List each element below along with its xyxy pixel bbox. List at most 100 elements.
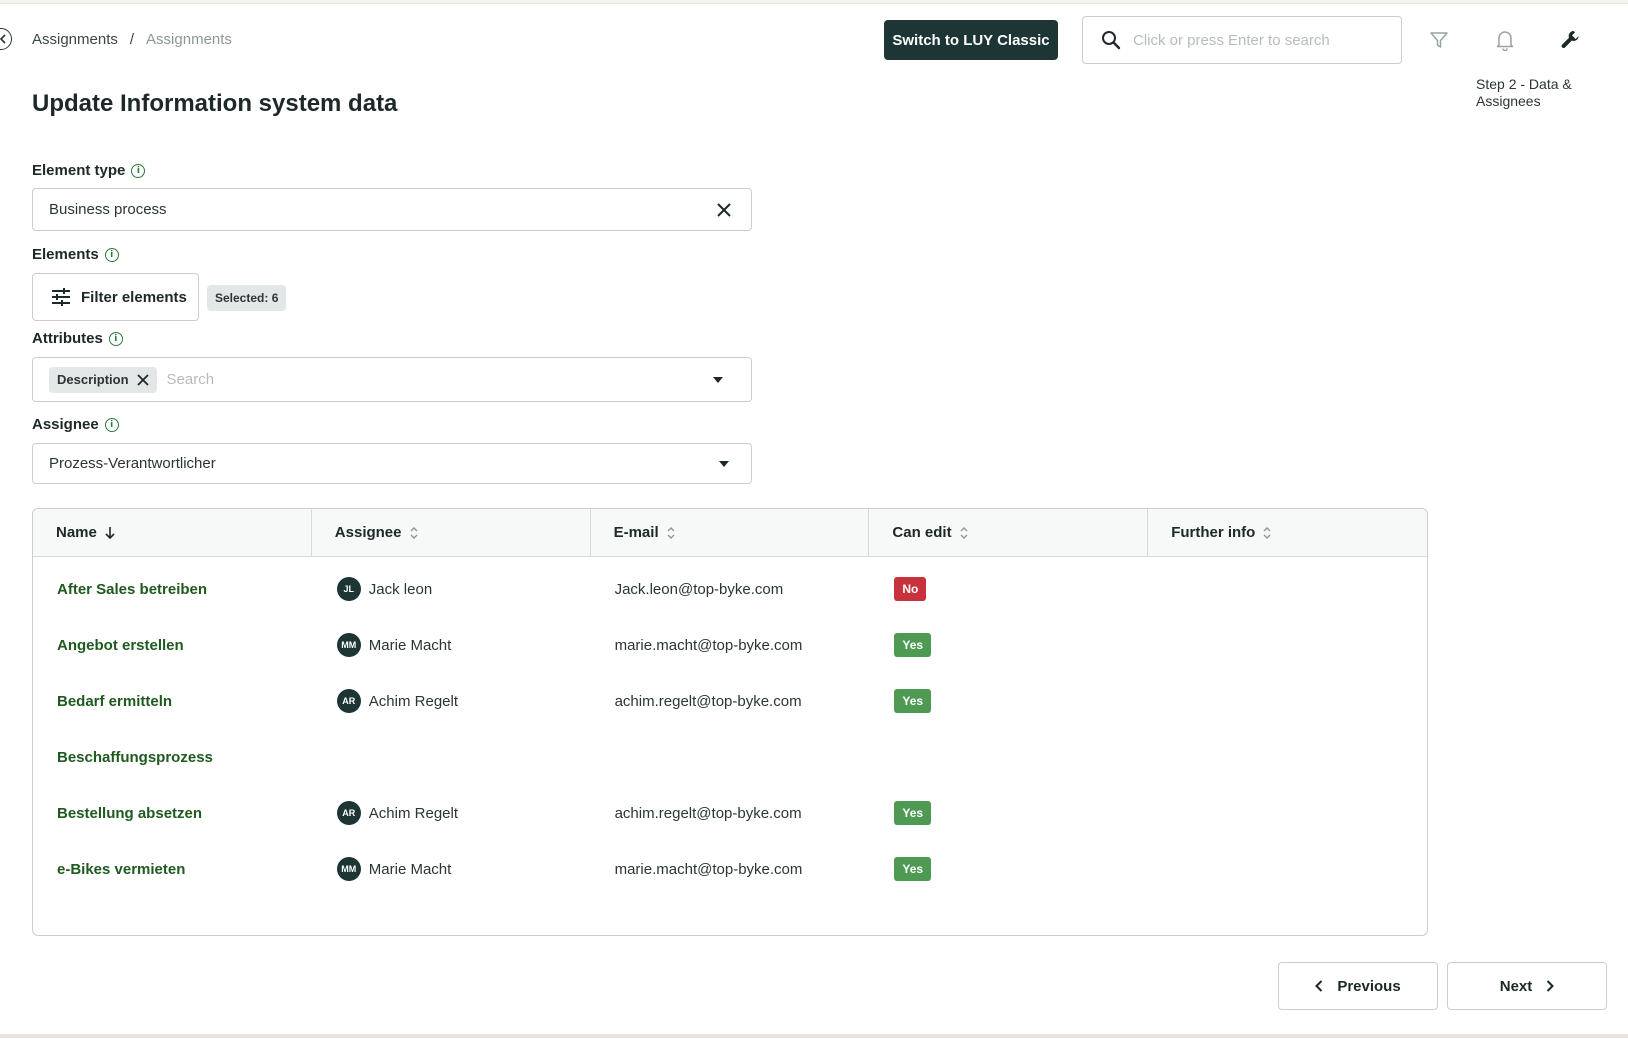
assignee-name: Achim Regelt bbox=[368, 692, 458, 710]
sliders-icon bbox=[52, 288, 70, 306]
table-row: e-Bikes vermieten MM Marie Macht marie.ma… bbox=[33, 841, 1427, 897]
sort-icon bbox=[960, 526, 968, 540]
email: achim.regelt@top-byke.com bbox=[614, 692, 802, 710]
close-icon bbox=[717, 202, 731, 217]
selected-count-badge: Selected: 6 bbox=[207, 285, 287, 311]
assignee-name: Achim Regelt bbox=[368, 804, 458, 822]
table-row: Angebot erstellen MM Marie Macht marie.ma… bbox=[33, 617, 1427, 673]
table-row: Bedarf ermitteln AR Achim Regelt achim.re… bbox=[33, 673, 1427, 729]
element-name-link[interactable]: Bestellung absetzen bbox=[57, 805, 202, 822]
attributes-label: Attributes i bbox=[32, 330, 123, 347]
sort-icon bbox=[410, 526, 418, 540]
filter-icon bbox=[1430, 32, 1448, 48]
switch-to-classic-button[interactable]: Switch to LUY Classic bbox=[884, 20, 1058, 60]
filter-elements-label: Filter elements bbox=[81, 288, 187, 306]
avatar: JL bbox=[336, 577, 361, 601]
column-header-name[interactable]: Name bbox=[33, 509, 312, 556]
avatar: AR bbox=[336, 689, 361, 713]
can-edit-badge: Yes bbox=[894, 801, 932, 825]
attribute-chip: Description bbox=[49, 366, 157, 393]
breadcrumb-assignments-link[interactable]: Assignments bbox=[32, 31, 118, 48]
can-edit-badge: Yes bbox=[894, 633, 932, 657]
column-header-can-edit[interactable]: Can edit bbox=[869, 509, 1149, 556]
next-button[interactable]: Next bbox=[1447, 962, 1607, 1010]
can-edit-badge: Yes bbox=[894, 689, 932, 713]
breadcrumb-separator: / bbox=[129, 31, 135, 48]
info-icon[interactable]: i bbox=[131, 163, 146, 178]
search-icon bbox=[1102, 31, 1121, 50]
assignee-select[interactable]: Prozess-Verantwortlicher bbox=[32, 443, 752, 484]
page-title: Update Information system data bbox=[32, 90, 398, 117]
close-icon[interactable] bbox=[136, 373, 149, 386]
step-label: Step 2 - Data & Assignees bbox=[1476, 76, 1572, 109]
elements-label: Elements i bbox=[32, 246, 119, 263]
column-header-label: Further info bbox=[1171, 524, 1256, 541]
top-border bbox=[0, 0, 1628, 4]
chevron-left-icon bbox=[0, 34, 6, 44]
table-row: Beschaffungsprozess bbox=[33, 729, 1427, 785]
email: marie.macht@top-byke.com bbox=[614, 636, 803, 654]
column-header-label: Name bbox=[56, 524, 97, 541]
bell-icon bbox=[1496, 31, 1514, 51]
attribute-chip-label: Description bbox=[57, 372, 129, 387]
element-name-link[interactable]: e-Bikes vermieten bbox=[57, 861, 185, 878]
attributes-search-input[interactable] bbox=[166, 371, 751, 388]
column-header-further-info[interactable]: Further info bbox=[1148, 509, 1427, 556]
sort-icon bbox=[667, 526, 675, 540]
element-name-link[interactable]: Bedarf ermitteln bbox=[57, 693, 172, 710]
assignee-value: Prozess-Verantwortlicher bbox=[49, 455, 216, 472]
can-edit-badge: No bbox=[894, 577, 927, 601]
notifications-button[interactable] bbox=[1491, 26, 1519, 54]
assignee-label: Assignee i bbox=[32, 416, 119, 433]
wrench-icon bbox=[1561, 31, 1579, 48]
info-icon[interactable]: i bbox=[104, 417, 119, 432]
email: achim.regelt@top-byke.com bbox=[614, 804, 802, 822]
element-name-link[interactable]: After Sales betreiben bbox=[57, 581, 207, 598]
chevron-right-icon bbox=[1547, 980, 1555, 992]
elements-label-text: Elements bbox=[32, 246, 99, 263]
avatar: AR bbox=[336, 801, 361, 825]
element-name-link[interactable]: Beschaffungsprozess bbox=[57, 749, 213, 766]
sort-icon bbox=[1263, 526, 1271, 540]
caret-down-icon bbox=[719, 460, 729, 467]
assignments-table: Name Assignee E-mail Can edit Further in… bbox=[32, 508, 1428, 936]
dropdown-toggle[interactable] bbox=[713, 376, 723, 383]
next-label: Next bbox=[1499, 977, 1533, 995]
column-header-label: Can edit bbox=[892, 524, 952, 541]
info-icon[interactable]: i bbox=[104, 247, 119, 262]
filter-button[interactable] bbox=[1425, 26, 1453, 54]
chevron-left-icon bbox=[1315, 980, 1323, 992]
element-name-link[interactable]: Angebot erstellen bbox=[57, 637, 184, 654]
column-header-assignee[interactable]: Assignee bbox=[312, 509, 591, 556]
clear-icon[interactable] bbox=[717, 202, 731, 217]
info-icon[interactable]: i bbox=[108, 331, 123, 346]
filter-elements-button[interactable]: Filter elements bbox=[32, 273, 199, 321]
column-header-label: E-mail bbox=[613, 524, 659, 541]
assignee-label-text: Assignee bbox=[32, 416, 99, 433]
previous-button[interactable]: Previous bbox=[1278, 962, 1438, 1010]
bottom-border bbox=[0, 1034, 1628, 1038]
table-row: After Sales betreiben JL Jack leon Jack.l… bbox=[33, 561, 1427, 617]
assignee-name: Marie Macht bbox=[368, 636, 452, 654]
column-header-email[interactable]: E-mail bbox=[591, 509, 870, 556]
global-search[interactable] bbox=[1082, 16, 1402, 64]
column-header-label: Assignee bbox=[334, 524, 402, 541]
avatar: MM bbox=[336, 857, 361, 881]
email: marie.macht@top-byke.com bbox=[614, 860, 803, 878]
element-type-value: Business process bbox=[49, 201, 167, 218]
arrow-down-icon bbox=[105, 526, 115, 540]
table-body: After Sales betreiben JL Jack leon Jack.l… bbox=[33, 557, 1427, 897]
previous-label: Previous bbox=[1337, 977, 1401, 995]
settings-button[interactable] bbox=[1557, 26, 1585, 54]
element-type-label: Element type i bbox=[32, 162, 146, 179]
search-input[interactable] bbox=[1133, 31, 1373, 49]
table-header: Name Assignee E-mail Can edit Further in… bbox=[33, 509, 1427, 557]
dropdown-toggle[interactable] bbox=[719, 460, 729, 467]
collapse-sidebar-button[interactable] bbox=[0, 28, 12, 50]
assignee-name: Marie Macht bbox=[368, 860, 452, 878]
attributes-multiselect[interactable]: Description bbox=[32, 357, 752, 402]
attributes-label-text: Attributes bbox=[32, 330, 103, 347]
assignee-name: Jack leon bbox=[368, 580, 433, 598]
element-type-select[interactable]: Business process bbox=[32, 188, 752, 231]
caret-down-icon bbox=[713, 376, 723, 383]
